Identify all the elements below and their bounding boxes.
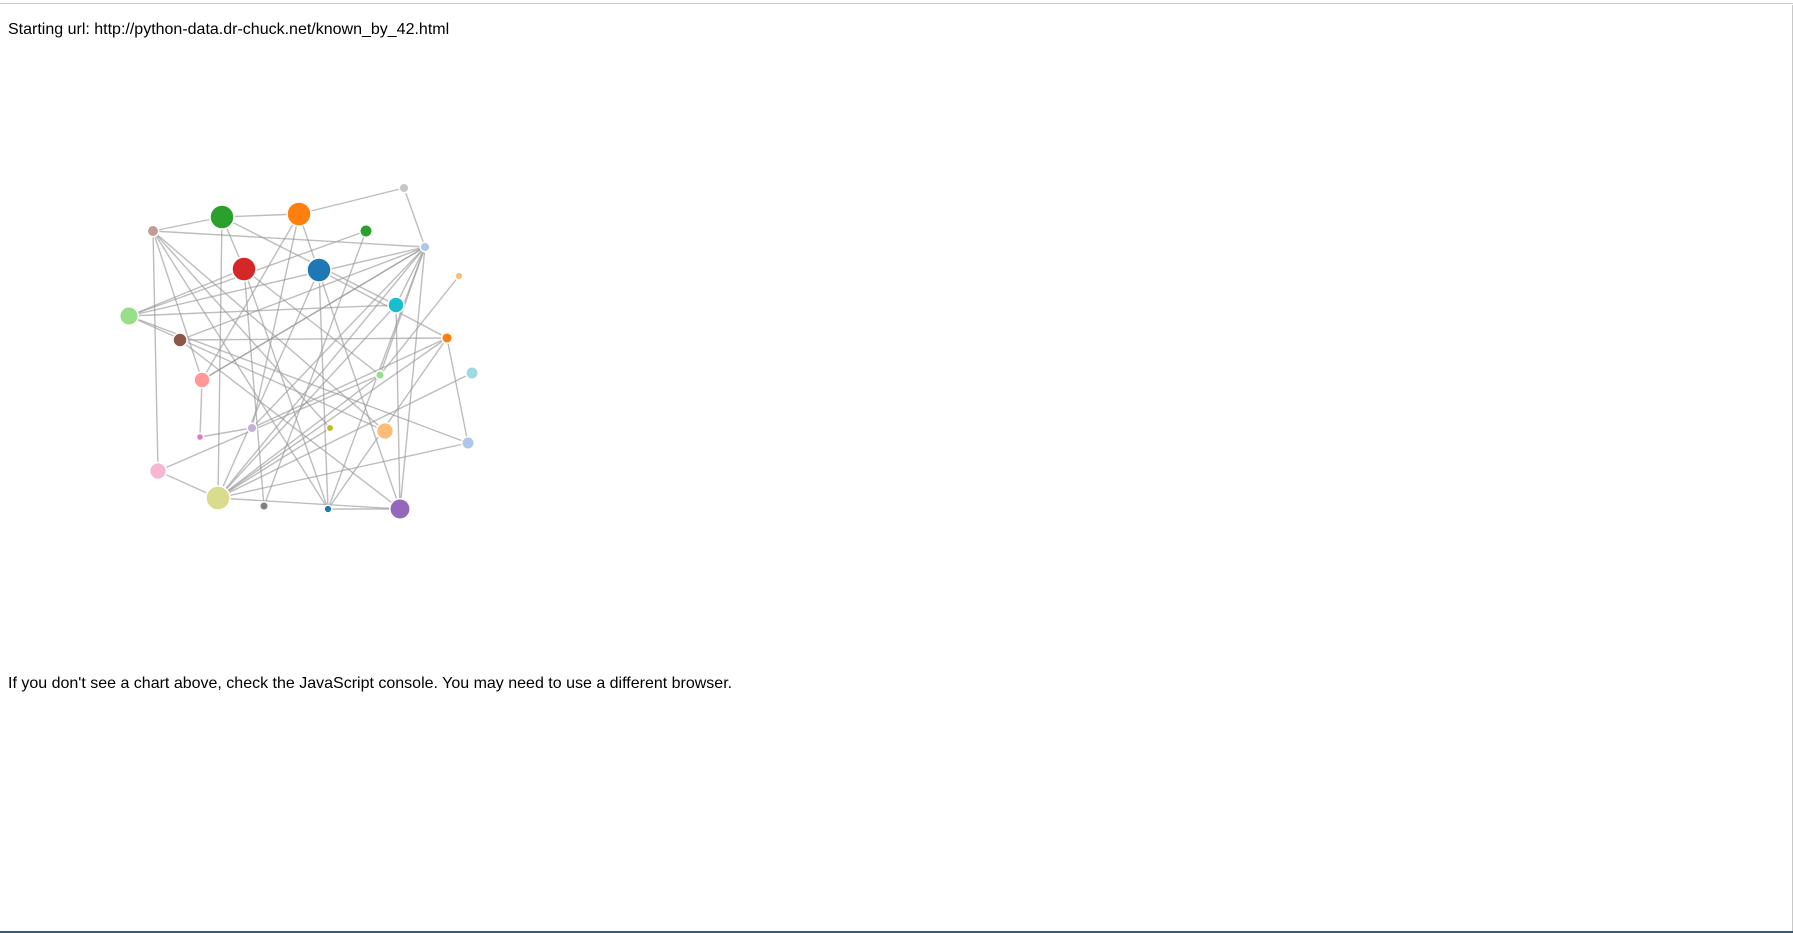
graph-node[interactable] — [195, 432, 205, 442]
graph-link — [152, 230, 159, 472]
graph-node[interactable] — [286, 201, 312, 227]
graph-node[interactable] — [148, 461, 168, 481]
graph-node[interactable] — [375, 421, 395, 441]
graph-link — [199, 427, 253, 438]
graph-link — [298, 187, 405, 215]
graph-node[interactable] — [325, 423, 335, 433]
graph-node[interactable] — [440, 331, 454, 345]
graph-node[interactable] — [389, 498, 411, 520]
graph-node[interactable] — [246, 422, 258, 434]
graph-links — [128, 187, 473, 510]
graph-node[interactable] — [454, 271, 464, 281]
graph-link — [379, 275, 460, 376]
graph-link — [217, 372, 473, 499]
graph-node[interactable] — [193, 371, 211, 389]
graph-node[interactable] — [419, 241, 431, 253]
graph-node[interactable] — [172, 332, 188, 348]
graph-link — [179, 246, 426, 341]
graph-node[interactable] — [258, 500, 270, 512]
graph-link — [217, 269, 320, 499]
force-graph[interactable] — [0, 0, 560, 560]
graph-node[interactable] — [359, 224, 373, 238]
graph-link — [403, 187, 426, 248]
graph-node[interactable] — [387, 296, 405, 314]
graph-link — [399, 246, 426, 510]
graph-link — [251, 246, 426, 429]
graph-link — [128, 315, 386, 432]
browser-hint-text: If you don't see a chart above, check th… — [8, 675, 733, 692]
graph-node[interactable] — [398, 182, 410, 194]
graph-node[interactable] — [118, 305, 140, 327]
graph-link — [446, 337, 469, 444]
graph-node[interactable] — [231, 256, 257, 282]
graph-nodes[interactable] — [118, 182, 479, 520]
graph-node[interactable] — [323, 504, 333, 514]
graph-node[interactable] — [146, 224, 160, 238]
graph-link — [152, 230, 386, 432]
graph-link — [251, 213, 300, 429]
graph-link — [217, 442, 469, 499]
graph-link — [217, 497, 401, 510]
graph-link — [152, 230, 426, 248]
graph-node[interactable] — [306, 257, 332, 283]
graph-node[interactable] — [465, 366, 479, 380]
graph-node[interactable] — [209, 204, 235, 230]
graph-link — [243, 268, 329, 510]
graph-node[interactable] — [461, 436, 475, 450]
graph-node[interactable] — [205, 485, 231, 511]
graph-node[interactable] — [374, 369, 386, 381]
graph-link — [152, 230, 203, 381]
